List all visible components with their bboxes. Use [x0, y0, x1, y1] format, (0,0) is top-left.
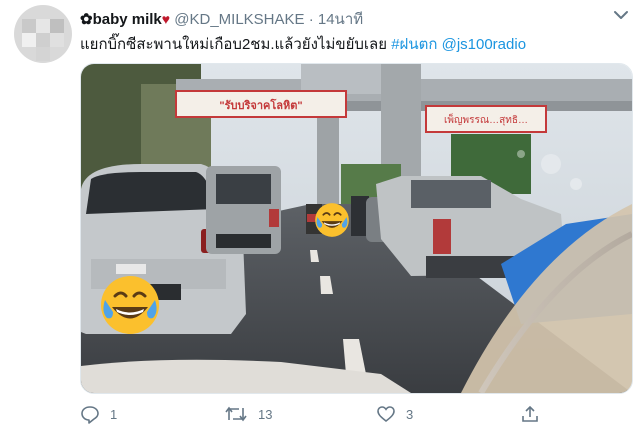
chevron-down-icon[interactable]: [612, 7, 630, 23]
hashtag-link[interactable]: #ฝนตก: [391, 36, 437, 53]
share-icon: [520, 404, 540, 424]
tweet-text-main: แยกบิ๊กซีสะพานใหม่เกือบ2ชม.แล้วยังไม่ขยั…: [80, 36, 388, 53]
tweet-header: ✿baby milk♥ @KD_MILKSHAKE · 14นาที: [80, 7, 363, 28]
tweet-photo[interactable]: "รับบริจาคโลหิต" เพ็ญพรรณ…สุทธิ…: [80, 63, 633, 394]
separator-dot: ·: [308, 11, 314, 28]
share-button[interactable]: [520, 404, 540, 424]
banner-right-text: เพ็ญพรรณ…สุทธิ…: [444, 112, 528, 126]
reply-button[interactable]: 1: [80, 404, 117, 424]
like-count: 3: [406, 406, 414, 422]
heart-emoji: ♥: [161, 11, 171, 27]
heart-icon: [376, 404, 396, 424]
laughing-crying-emoji-icon: [314, 202, 350, 238]
display-name[interactable]: ✿baby milk: [80, 11, 162, 28]
avatar[interactable]: [14, 5, 72, 63]
mention-link[interactable]: @js100radio: [442, 36, 526, 53]
tweet-card: ✿baby milk♥ @KD_MILKSHAKE · 14นาที แยกบิ…: [0, 0, 644, 429]
reply-count: 1: [110, 406, 118, 422]
retweet-button[interactable]: 13: [224, 404, 272, 424]
tweet-text: แยกบิ๊กซีสะพานใหม่เกือบ2ชม.แล้วยังไม่ขยั…: [80, 32, 526, 56]
tweet-timestamp[interactable]: 14นาที: [318, 11, 363, 28]
banner-left-text: "รับบริจาคโลหิต": [219, 98, 302, 112]
laughing-crying-emoji-icon: [99, 274, 161, 336]
like-button[interactable]: 3: [376, 404, 413, 424]
reply-icon: [80, 404, 100, 424]
tweet-actions: 1 13 3: [80, 404, 560, 424]
retweet-count: 13: [258, 406, 273, 422]
retweet-icon: [224, 404, 248, 424]
user-handle[interactable]: @KD_MILKSHAKE: [174, 11, 304, 28]
